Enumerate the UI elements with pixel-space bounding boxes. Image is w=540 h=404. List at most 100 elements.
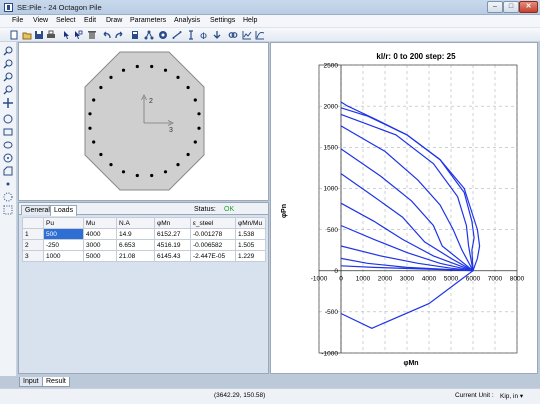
tab-loads[interactable]: Loads — [50, 205, 78, 216]
tab-input[interactable]: Input — [19, 377, 43, 387]
undo-icon[interactable] — [102, 30, 112, 40]
open-folder-icon[interactable] — [22, 30, 32, 40]
cell-ratio: 1.505 — [235, 239, 266, 251]
print-icon[interactable] — [46, 30, 56, 40]
x-axis-label: φMn — [403, 360, 418, 367]
tab-general[interactable]: General — [21, 205, 54, 215]
rectangle-icon[interactable] — [3, 127, 13, 137]
side-toolbar — [0, 42, 17, 376]
section-view[interactable]: 2 3 — [18, 42, 269, 201]
toolbar: Φ — [0, 28, 540, 42]
table-row[interactable]: 3 1000 5000 21.08 6145.43 -2.447E-05 1.2… — [22, 250, 266, 262]
save-icon[interactable] — [34, 30, 44, 40]
cell-pu[interactable]: 1000 — [43, 250, 84, 262]
menu-edit[interactable]: Edit — [84, 17, 96, 24]
col-ratio[interactable]: φMn/Mu — [235, 217, 266, 229]
unit-select[interactable]: Kip, in ▾ — [500, 392, 523, 400]
menu-file[interactable]: File — [12, 17, 23, 24]
bottom-tabs: Input Result — [18, 376, 538, 388]
zoom-window-icon[interactable] — [3, 72, 13, 82]
delete-icon[interactable] — [87, 30, 97, 40]
col-na[interactable]: N.A — [116, 217, 155, 229]
calculator-icon[interactable] — [130, 30, 140, 40]
cell-na: 14.9 — [116, 228, 155, 240]
col-mu[interactable]: Mu — [83, 217, 117, 229]
table-row[interactable]: 2 -250 3000 6.653 4516.19 -0.006582 1.50… — [22, 239, 266, 251]
cell-pu[interactable]: -250 — [43, 239, 84, 251]
rebar-dot — [176, 163, 180, 167]
ellipse-icon[interactable] — [3, 140, 13, 150]
link-icon[interactable] — [228, 30, 238, 40]
zoom-extent-icon[interactable] — [3, 85, 13, 95]
row-number[interactable]: 3 — [22, 250, 44, 262]
row-number[interactable]: 2 — [22, 239, 44, 251]
chart-title: kl/r: 0 to 200 step: 25 — [376, 52, 456, 61]
status-label: Status: — [194, 206, 216, 213]
grid-points-icon[interactable] — [3, 205, 13, 215]
menu-select[interactable]: Select — [56, 17, 75, 24]
menu-parameters[interactable]: Parameters — [130, 17, 166, 24]
cell-esteel: -0.006582 — [190, 239, 236, 251]
polygon-icon[interactable] — [3, 166, 13, 176]
col-pu[interactable]: Pu — [43, 217, 84, 229]
cursor-coords: (3642.29, 150.58) — [214, 392, 266, 399]
col-esteel[interactable]: ε_steel — [190, 217, 236, 229]
y-tick-label: 2500 — [324, 62, 339, 69]
rebar-dot — [135, 64, 139, 69]
rebar-dot — [193, 98, 197, 102]
y-tick-label: 500 — [327, 227, 338, 234]
x-tick-label: 7000 — [488, 276, 503, 283]
table-row[interactable]: 1 500 4000 14.9 6152.27 -0.001278 1.538 — [22, 228, 266, 240]
arrow-down-icon[interactable] — [212, 30, 222, 40]
cell-mu[interactable]: 4000 — [83, 228, 117, 240]
x-tick-label: 4000 — [422, 276, 437, 283]
rebar-dot — [99, 152, 103, 157]
cell-pu[interactable]: 500 — [43, 228, 84, 240]
section-icon[interactable] — [158, 30, 168, 40]
new-file-icon[interactable] — [9, 30, 19, 40]
menu-settings[interactable]: Settings — [210, 17, 235, 24]
chart-icon[interactable] — [242, 30, 252, 40]
tab-result[interactable]: Result — [42, 377, 70, 387]
pan-icon[interactable] — [3, 98, 13, 108]
pointer-icon[interactable] — [61, 30, 71, 40]
octagon-section[interactable] — [84, 51, 205, 191]
redo-icon[interactable] — [114, 30, 124, 40]
row-number[interactable]: 1 — [22, 228, 44, 240]
x-tick-label: 5000 — [444, 276, 459, 283]
maximize-button[interactable]: □ — [503, 1, 519, 13]
window-title: SE:Pile - 24 Octagon Pile — [17, 3, 102, 12]
cell-esteel: -2.447E-05 — [190, 250, 236, 262]
zoom-in-icon[interactable] — [3, 46, 13, 56]
rebar-dot — [150, 64, 154, 69]
unit-label: Current Unit : — [455, 392, 494, 399]
close-button[interactable]: ✕ — [519, 1, 538, 13]
menu-draw[interactable]: Draw — [106, 17, 122, 24]
phi-icon[interactable]: Φ — [199, 30, 209, 40]
interaction-curve — [340, 173, 474, 272]
curve-icon[interactable] — [255, 30, 265, 40]
menu-view[interactable]: View — [33, 17, 48, 24]
rebar-dot — [163, 170, 168, 174]
zoom-out-icon[interactable] — [3, 59, 13, 69]
interaction-diagram-panel[interactable]: kl/r: 0 to 200 step: 25 -1000 0 1000 2000 30… — [270, 42, 538, 374]
menu-analysis[interactable]: Analysis — [174, 17, 200, 24]
cell-na: 6.653 — [116, 239, 155, 251]
line-icon[interactable] — [172, 30, 182, 40]
select-icon[interactable] — [73, 30, 83, 40]
point-icon[interactable] — [3, 179, 13, 189]
col-phimn[interactable]: φMn — [154, 217, 191, 229]
menu-help[interactable]: Help — [243, 17, 257, 24]
cell-mu[interactable]: 3000 — [83, 239, 117, 251]
x-tick-label: 1000 — [356, 276, 371, 283]
circle-icon[interactable] — [3, 114, 13, 124]
circle-points-icon[interactable] — [3, 192, 13, 202]
cell-mu[interactable]: 5000 — [83, 250, 117, 262]
arc-icon[interactable] — [3, 153, 13, 163]
x-tick-label: 3000 — [400, 276, 415, 283]
tree-icon[interactable] — [144, 30, 154, 40]
minimize-button[interactable]: – — [487, 1, 503, 13]
table-corner — [22, 217, 44, 229]
x-tick-label: -1000 — [311, 276, 328, 283]
dimension-icon[interactable] — [186, 30, 196, 40]
